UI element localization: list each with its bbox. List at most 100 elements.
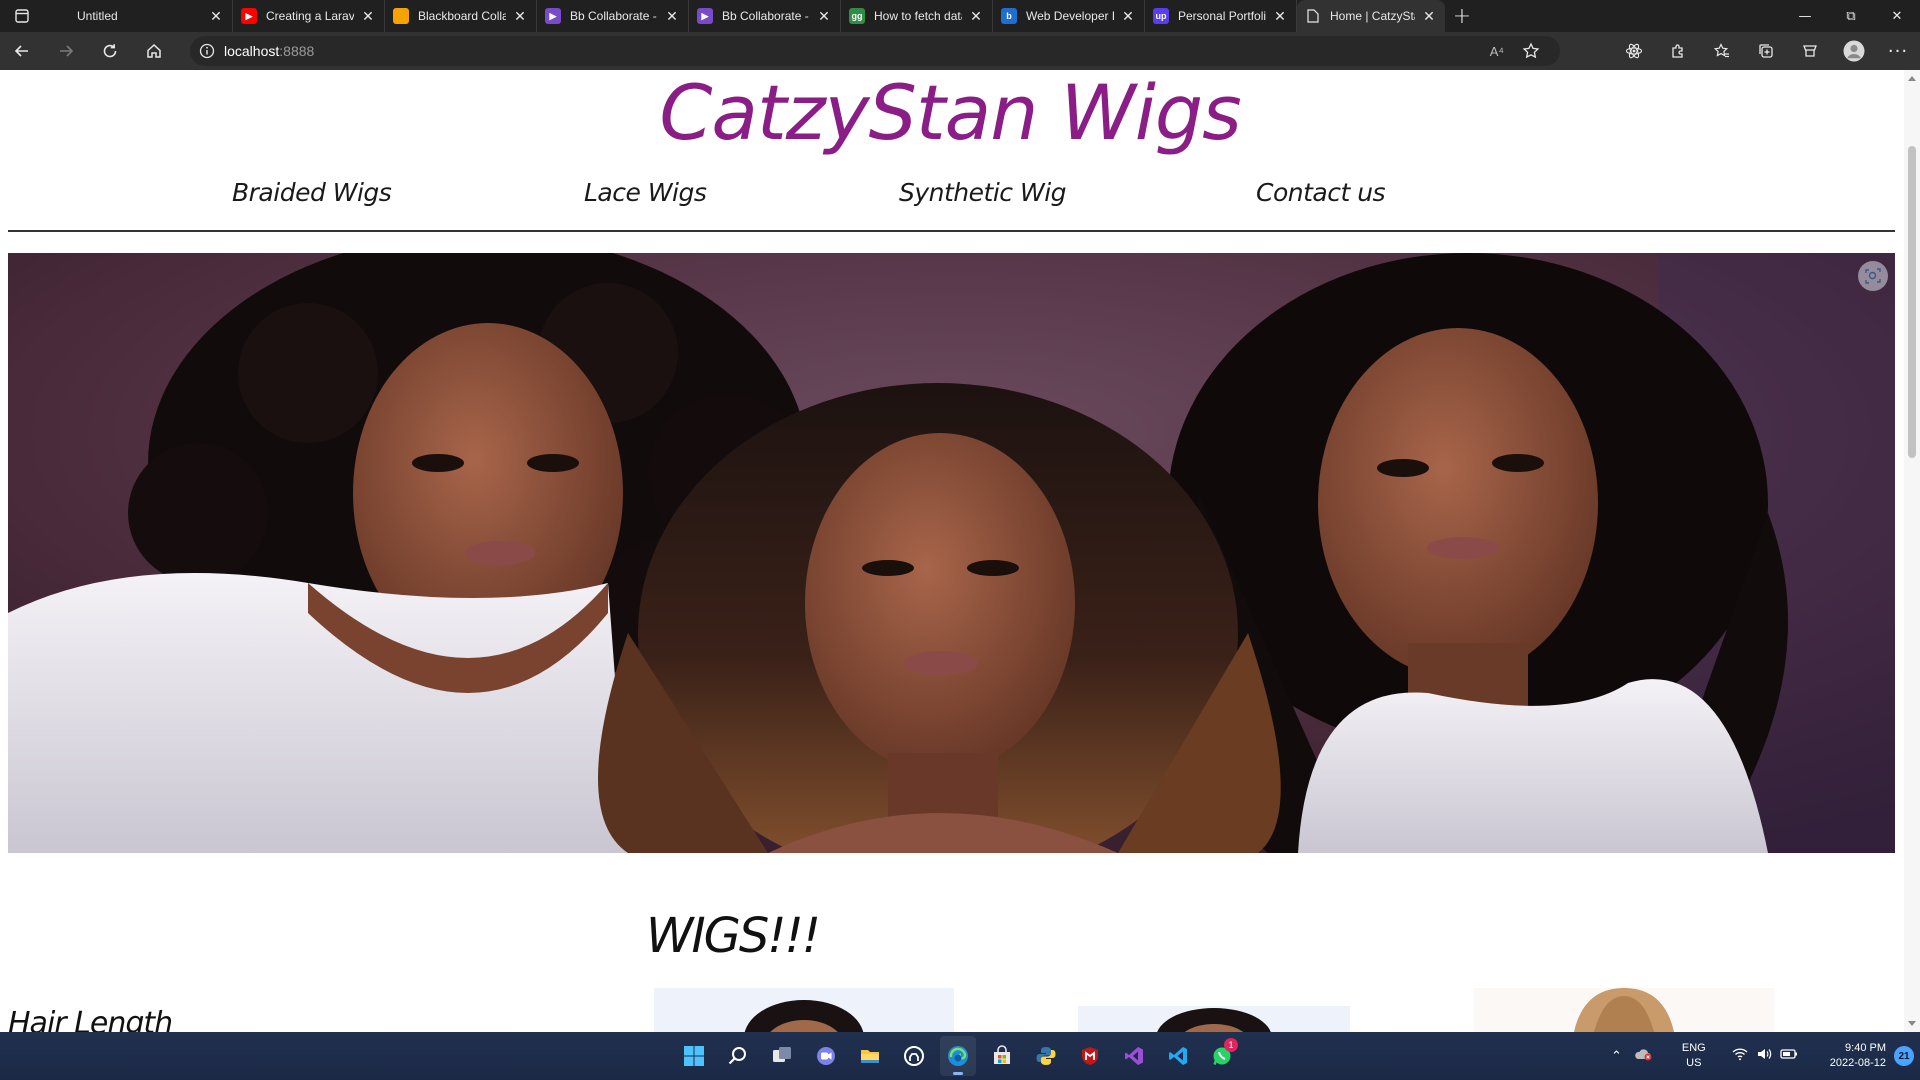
browser-tab[interactable]: gg How to fetch data from ✕ <box>841 0 993 32</box>
tab-close-icon[interactable]: ✕ <box>1272 8 1288 24</box>
favorites-icon[interactable] <box>1700 32 1744 70</box>
tab-title: How to fetch data from <box>874 9 962 23</box>
close-window-icon[interactable]: ✕ <box>1874 0 1920 32</box>
back-arrow-icon <box>14 45 28 57</box>
site-info-icon[interactable] <box>190 43 224 59</box>
tab-title: Bb Collaborate - Unable <box>570 9 658 23</box>
upwork-icon: up <box>1153 8 1169 24</box>
scroll-up-icon[interactable] <box>1908 76 1916 81</box>
collections-icon[interactable] <box>1744 32 1788 70</box>
show-hidden-icons-chevron-icon[interactable]: ⌃ <box>1611 1048 1622 1064</box>
site-title[interactable]: CatzyStan Wigs <box>0 71 1900 155</box>
url-text: localhost:8888 <box>224 43 315 59</box>
nav-link-braided-wigs[interactable]: Braided Wigs <box>232 178 392 207</box>
onedrive-status-icon[interactable] <box>1634 1047 1652 1066</box>
product-thumbnail[interactable] <box>654 988 954 1032</box>
forward-button[interactable] <box>44 32 88 70</box>
visual-studio-icon[interactable] <box>1116 1036 1152 1076</box>
browser-tab[interactable]: b Web Developer Portfolio ✕ <box>993 0 1145 32</box>
refresh-icon <box>103 44 117 58</box>
bing-icon: b <box>1001 8 1017 24</box>
scrollbar-thumb[interactable] <box>1908 146 1916 458</box>
tab-close-icon[interactable]: ✕ <box>664 8 680 24</box>
wifi-icon[interactable] <box>1732 1047 1748 1066</box>
wigs-section-title: WIGS!!! <box>646 908 821 964</box>
language-code: ENG <box>1681 1042 1706 1054</box>
browser-tab[interactable]: ▶ Bb Collaborate - Unable ✕ <box>537 0 689 32</box>
task-view-icon[interactable] <box>764 1036 800 1076</box>
tab-active[interactable]: Home | CatzyStan Wigs ✕ <box>1297 0 1445 32</box>
whatsapp-unread-badge: 1 <box>1224 1038 1238 1052</box>
clock[interactable]: 9:40 PM 2022-08-12 <box>1830 1041 1886 1071</box>
tab-title: Web Developer Portfolio <box>1026 9 1114 23</box>
system-tray: ⌃ ENG US 9:40 PM 2022-08-12 21 <box>1611 1032 1920 1080</box>
minimize-icon[interactable]: — <box>1782 0 1828 32</box>
notification-center-badge[interactable]: 21 <box>1894 1046 1914 1066</box>
tab-close-icon[interactable]: ✕ <box>208 8 224 24</box>
vscode-icon[interactable] <box>1160 1036 1196 1076</box>
windows-taskbar: 1 ⌃ ENG US 9:40 PM 2022-08-12 21 <box>0 1032 1920 1080</box>
python-icon[interactable] <box>1028 1036 1064 1076</box>
visual-search-icon[interactable] <box>1858 261 1888 291</box>
tab-title: Blackboard Collaborate <box>418 9 506 23</box>
volume-icon[interactable] <box>1756 1047 1772 1066</box>
new-tab-button[interactable]: + <box>1445 0 1479 32</box>
product-thumbnail[interactable] <box>1078 1006 1350 1032</box>
blank-page-icon <box>52 8 68 24</box>
tab-close-icon[interactable]: ✕ <box>512 8 528 24</box>
window-controls: — ⧉ ✕ <box>1782 0 1920 32</box>
tab-close-icon[interactable]: ✕ <box>816 8 832 24</box>
nav-link-contact-us[interactable]: Contact us <box>1256 178 1386 207</box>
main-nav: Braided Wigs Lace Wigs Synthetic Wig Con… <box>0 178 1900 222</box>
search-icon[interactable] <box>720 1036 756 1076</box>
refresh-button[interactable] <box>88 32 132 70</box>
file-explorer-icon[interactable] <box>852 1036 888 1076</box>
hair-length-filter-title: Hair Length <box>8 1006 173 1032</box>
read-aloud-icon[interactable]: A⁴ <box>1490 44 1504 59</box>
mcafee-icon[interactable] <box>1072 1036 1108 1076</box>
page-scrollbar[interactable] <box>1904 70 1920 1032</box>
browser-toolbar: localhost:8888 A⁴ ··· <box>0 32 1920 70</box>
tab-close-icon[interactable]: ✕ <box>968 8 984 24</box>
browser-tab[interactable]: ▶ Bb Collaborate - Unable ✕ <box>689 0 841 32</box>
nav-link-lace-wigs[interactable]: Lace Wigs <box>584 178 707 207</box>
hero-banner-image <box>8 253 1895 853</box>
add-favorite-icon[interactable] <box>1522 42 1540 60</box>
toolbar-right-actions: ··· <box>1612 32 1920 70</box>
battery-icon[interactable] <box>1780 1047 1798 1065</box>
home-icon <box>147 43 161 58</box>
tab-close-icon[interactable]: ✕ <box>360 8 376 24</box>
clock-time: 9:40 PM <box>1845 1042 1886 1054</box>
tab-close-icon[interactable]: ✕ <box>1120 8 1136 24</box>
product-thumbnail[interactable] <box>1474 988 1774 1032</box>
microsoft-store-icon[interactable] <box>984 1036 1020 1076</box>
windows-start-icon[interactable] <box>676 1036 712 1076</box>
profile-avatar-icon[interactable] <box>1832 32 1876 70</box>
nav-link-synthetic-wig[interactable]: Synthetic Wig <box>899 178 1067 207</box>
whatsapp-icon[interactable]: 1 <box>1204 1036 1240 1076</box>
input-language-indicator[interactable]: ENG US <box>1682 1041 1706 1071</box>
browser-essentials-icon[interactable] <box>1788 32 1832 70</box>
react-devtools-extension-icon[interactable] <box>1612 32 1656 70</box>
browser-tab[interactable]: Blackboard Collaborate ✕ <box>385 0 537 32</box>
restore-icon[interactable]: ⧉ <box>1828 0 1874 32</box>
blackboard-icon <box>393 8 409 24</box>
tab-actions-menu-icon[interactable] <box>0 0 44 32</box>
extensions-icon[interactable] <box>1656 32 1700 70</box>
tab-title: Untitled <box>77 9 118 23</box>
home-button[interactable] <box>132 32 176 70</box>
back-button[interactable] <box>0 32 44 70</box>
tab-close-icon[interactable]: ✕ <box>1421 8 1437 24</box>
page-viewport: CatzyStan Wigs Braided Wigs Lace Wigs Sy… <box>0 70 1920 1032</box>
edge-icon[interactable] <box>940 1036 976 1076</box>
settings-more-icon[interactable]: ··· <box>1876 32 1920 70</box>
teams-chat-icon[interactable] <box>808 1036 844 1076</box>
browser-tab[interactable]: ▶ Creating a Laravel CMS ✕ <box>233 0 385 32</box>
geeksforgeeks-icon: gg <box>849 8 865 24</box>
browser-tab[interactable]: up Personal Portfolio Website ✕ <box>1145 0 1297 32</box>
youtube-icon: ▶ <box>241 8 257 24</box>
browser-tab[interactable]: Untitled ✕ <box>44 0 233 32</box>
scroll-down-icon[interactable] <box>1908 1021 1916 1026</box>
address-bar[interactable]: localhost:8888 A⁴ <box>190 36 1560 66</box>
github-desktop-icon[interactable] <box>896 1036 932 1076</box>
